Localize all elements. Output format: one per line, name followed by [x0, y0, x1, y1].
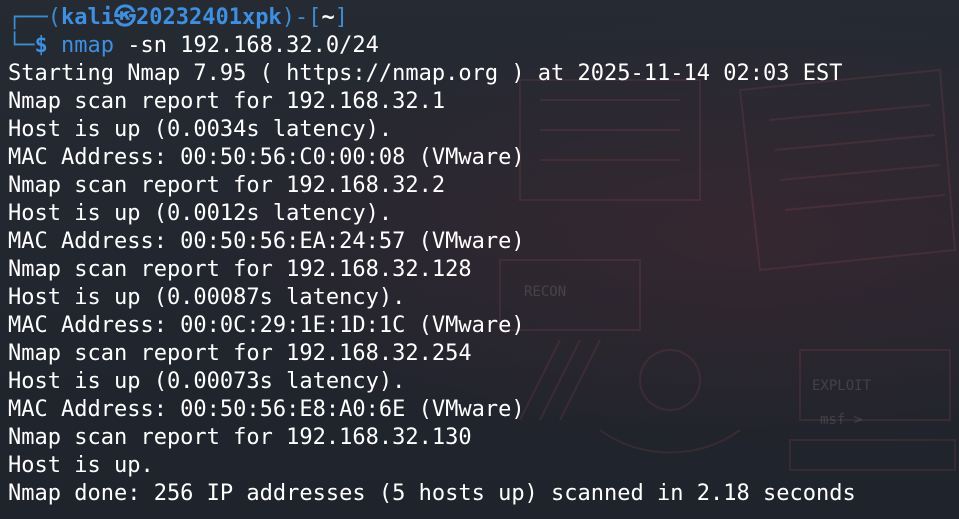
output-line: Host is up (0.0012s latency). — [8, 201, 393, 226]
output-line: Nmap scan report for 192.168.32.2 — [8, 173, 446, 198]
prompt-dollar: $ — [34, 33, 48, 58]
output-line: MAC Address: 00:0C:29:1E:1D:1C (VMware) — [8, 313, 525, 338]
output-line: Host is up. — [8, 453, 154, 478]
prompt-corner-top: ┌──( — [8, 5, 61, 30]
prompt-line-top: ┌──(kali㉿20232401xpk)-[~] — [8, 4, 959, 32]
output-line: MAC Address: 00:50:56:E8:A0:6E (VMware) — [8, 397, 525, 422]
output-line: Nmap scan report for 192.168.32.254 — [8, 341, 472, 366]
kali-skull-icon: ㉿ — [113, 5, 136, 30]
prompt-corner-bottom: └─ — [8, 33, 35, 58]
output-line: Host is up (0.0034s latency). — [8, 117, 393, 142]
output-line: Nmap scan report for 192.168.32.128 — [8, 257, 472, 282]
prompt-host: 20232401xpk — [135, 5, 282, 30]
output-line: MAC Address: 00:50:56:C0:00:08 (VMware) — [8, 145, 525, 170]
command-name: nmap — [61, 33, 114, 58]
prompt-separator: )-[ — [281, 5, 322, 30]
output-line: Nmap done: 256 IP addresses (5 hosts up)… — [8, 481, 856, 506]
prompt-close-bracket: ] — [334, 5, 348, 30]
terminal-window[interactable]: RECON EXPLOIT msf > ┌──(kali㉿20232401xpk… — [0, 0, 959, 519]
command-args: -sn 192.168.32.0/24 — [113, 33, 379, 58]
output-line: MAC Address: 00:50:56:EA:24:57 (VMware) — [8, 229, 525, 254]
output-line: Nmap scan report for 192.168.32.130 — [8, 425, 472, 450]
output-line: Host is up (0.00087s latency). — [8, 285, 406, 310]
terminal-output: ┌──(kali㉿20232401xpk)-[~] └─$ nmap -sn 1… — [8, 4, 959, 508]
prompt-user: kali — [60, 5, 114, 30]
prompt-line-command: └─$ nmap -sn 192.168.32.0/24 — [8, 32, 959, 60]
prompt-directory: ~ — [321, 5, 335, 30]
output-line: Nmap scan report for 192.168.32.1 — [8, 89, 446, 114]
output-line: Starting Nmap 7.95 ( https://nmap.org ) … — [8, 61, 843, 86]
output-line: Host is up (0.00073s latency). — [8, 369, 406, 394]
